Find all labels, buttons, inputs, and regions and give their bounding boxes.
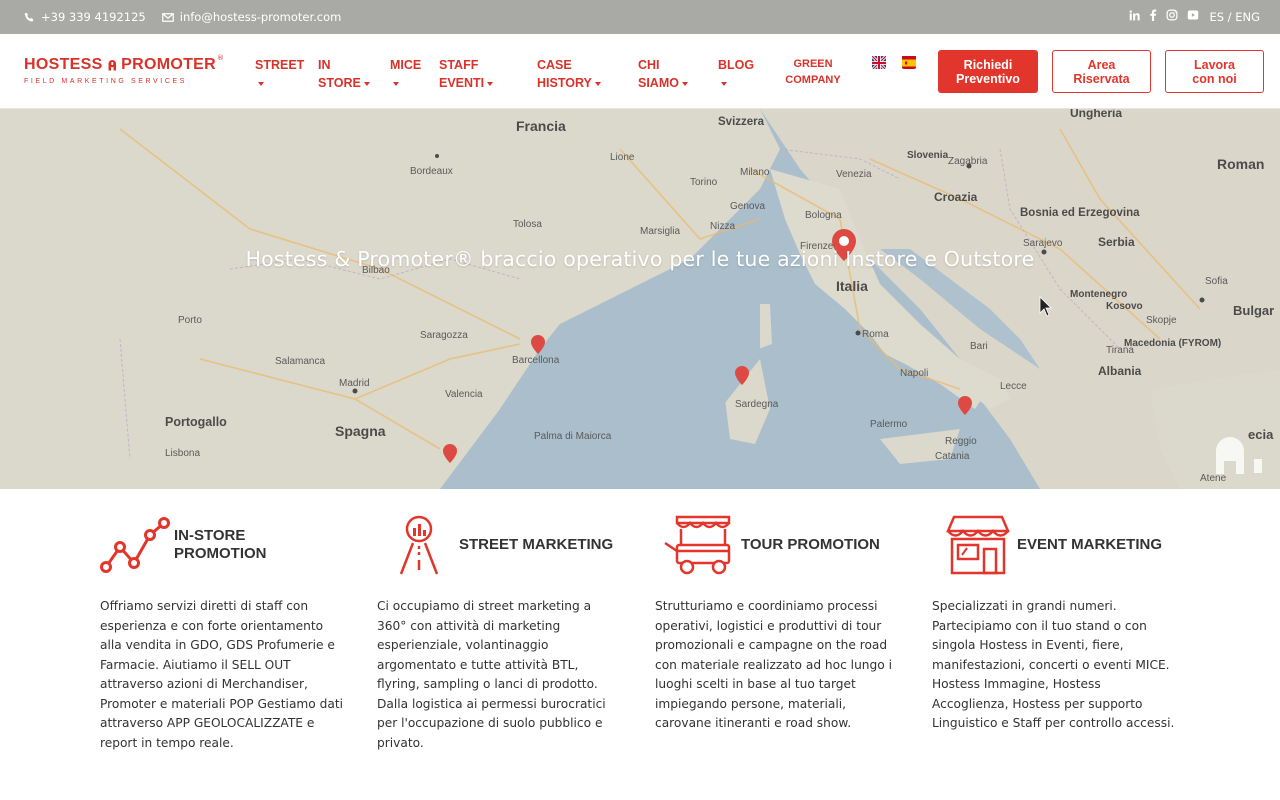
work-with-us-button[interactable]: Lavora con noi	[1165, 50, 1264, 93]
topbar-right: ES / ENG	[1129, 9, 1260, 24]
nav-staff-eventi-line1: STAFF	[439, 58, 479, 72]
service-in-store-title-line1: IN-STORE	[174, 527, 246, 544]
uk-flag-icon	[872, 55, 886, 69]
main-header: HOSTESS PROMOTER ® FIELD MARKETING SERVI…	[0, 34, 1280, 109]
nav-staff-eventi[interactable]: STAFF EVENTI	[439, 56, 537, 92]
service-event-header[interactable]: EVENT MARKETING	[932, 515, 1180, 575]
nav-street[interactable]: STREET	[255, 56, 318, 92]
reserved-line2: Riservata	[1073, 71, 1130, 86]
nav-chi-siamo-line1: CHI	[638, 58, 660, 72]
nav-chi-siamo[interactable]: CHI SIAMO	[638, 56, 718, 92]
service-tour-header[interactable]: TOUR PROMOTION	[655, 515, 903, 575]
instagram-icon	[1166, 9, 1178, 21]
linkedin-link[interactable]	[1129, 9, 1141, 24]
food-cart-icon	[664, 515, 731, 575]
service-in-store-desc: Offriamo servizi diretti di staff con es…	[100, 599, 343, 750]
logo-tagline: FIELD MARKETING SERVICES	[24, 78, 188, 85]
service-in-store-title-line2: PROMOTION	[174, 545, 267, 562]
nav-mice-caret	[390, 74, 439, 92]
service-event-marketing: EVENT MARKETING Specializzati in grandi …	[932, 515, 1180, 730]
nav-blog[interactable]: BLOG	[718, 56, 778, 92]
reserved-line1: Area	[1087, 57, 1116, 72]
nav-street-caret	[255, 74, 318, 92]
nav-mice[interactable]: MICE	[390, 56, 439, 92]
easel-chart-icon	[399, 515, 439, 575]
logo-word-left: HOSTESS	[24, 56, 103, 73]
chevron-down-icon	[363, 81, 370, 86]
facebook-link[interactable]	[1149, 9, 1157, 24]
uk-flag-link[interactable]	[872, 55, 886, 69]
chevron-down-icon	[393, 81, 399, 86]
service-street-header[interactable]: STREET MARKETING	[377, 515, 625, 575]
nav-mice-label: MICE	[390, 58, 422, 72]
service-tour-title: TOUR PROMOTION	[741, 536, 880, 553]
instagram-link[interactable]	[1166, 9, 1178, 24]
nav-staff-eventi-line2: EVENTI	[439, 76, 485, 90]
hero-banner: Francia Spagna Italia Portogallo Svizzer…	[0, 109, 1280, 489]
service-event-desc: Specializzati in grandi numeri. Partecip…	[932, 599, 1175, 730]
service-tour-desc: Strutturiamo e coordiniamo processi oper…	[655, 599, 892, 730]
service-street-desc: Ci occupiamo di street marketing a 360° …	[377, 599, 606, 750]
language-switch[interactable]: ES / ENG	[1209, 10, 1260, 24]
youtube-link[interactable]	[1187, 9, 1199, 24]
top-bar: +39 339 4192125 info@hostess-promoter.co…	[0, 0, 1280, 34]
nav-green-line1: GREEN	[793, 58, 833, 70]
nav-in-store-line1: IN	[318, 58, 331, 72]
logo-word-right: PROMOTER	[121, 56, 216, 73]
work-line2: con noi	[1192, 71, 1237, 86]
linkedin-icon	[1130, 9, 1141, 20]
nav-in-store-line2: STORE	[318, 76, 361, 90]
nav-chi-siamo-line2: SIAMO	[638, 76, 679, 90]
social-links	[1129, 9, 1199, 24]
phone-number: +39 339 4192125	[41, 10, 146, 24]
phone-link[interactable]: +39 339 4192125	[24, 10, 146, 24]
spain-flag-icon	[902, 56, 916, 69]
europe-map: Francia Spagna Italia Portogallo Svizzer…	[0, 109, 1280, 489]
nav-street-label: STREET	[255, 58, 305, 72]
nav-green-line2: COMPANY	[785, 74, 841, 86]
phone-icon	[24, 12, 34, 22]
logo-row: HOSTESS PROMOTER ®	[24, 54, 224, 76]
facebook-icon	[1150, 9, 1157, 21]
contact-info: +39 339 4192125 info@hostess-promoter.co…	[24, 10, 341, 24]
reserved-area-button[interactable]: Area Riservata	[1052, 50, 1151, 93]
youtube-icon	[1188, 10, 1199, 20]
line-chart-icon	[100, 517, 170, 573]
chevron-down-icon	[721, 81, 727, 86]
service-in-store-header[interactable]: IN-STORE PROMOTION	[100, 515, 348, 575]
hero-title: Hostess & Promoter® braccio operativo pe…	[245, 247, 1035, 271]
chevron-down-icon	[681, 81, 688, 86]
email-address: info@hostess-promoter.com	[179, 10, 342, 24]
nav-case-history[interactable]: CASE HISTORY	[537, 56, 638, 92]
quote-request-button[interactable]: Richiedi Preventivo	[938, 50, 1038, 93]
nav-blog-caret	[718, 74, 778, 92]
service-tour-promotion: TOUR PROMOTION Strutturiamo e coordiniam…	[655, 515, 903, 730]
nav-blog-label: BLOG	[718, 58, 755, 72]
main-nav: STREET IN STORE MICE STAFF EVENTI CASE H…	[255, 56, 778, 92]
nav-in-store[interactable]: IN STORE	[318, 56, 390, 92]
chevron-down-icon	[258, 81, 264, 86]
shop-icon	[946, 515, 1010, 575]
service-in-store-title: IN-STORE PROMOTION	[174, 527, 267, 563]
logo-mark-icon	[108, 59, 116, 71]
chevron-down-icon	[487, 81, 494, 86]
spain-flag-link[interactable]	[902, 55, 916, 69]
nav-green-company[interactable]: GREEN COMPANY	[783, 56, 843, 88]
quote-line2: Preventivo	[956, 71, 1020, 86]
service-event-title: EVENT MARKETING	[1017, 536, 1163, 553]
email-link[interactable]: info@hostess-promoter.com	[161, 10, 342, 24]
service-in-store: IN-STORE PROMOTION Offriamo servizi dire…	[100, 515, 348, 750]
service-street-marketing: STREET MARKETING Ci occupiamo di street …	[377, 515, 625, 750]
envelope-icon	[161, 12, 174, 22]
nav-case-history-line1: CASE	[537, 58, 572, 72]
site-logo[interactable]: HOSTESS PROMOTER ® FIELD MARKETING SERVI…	[24, 54, 224, 88]
quote-line1: Richiedi	[963, 57, 1013, 72]
chevron-down-icon	[594, 81, 601, 86]
logo-registered: ®	[217, 54, 224, 62]
work-line1: Lavora	[1193, 57, 1235, 72]
service-street-title: STREET MARKETING	[459, 536, 614, 553]
nav-case-history-line2: HISTORY	[537, 76, 592, 90]
